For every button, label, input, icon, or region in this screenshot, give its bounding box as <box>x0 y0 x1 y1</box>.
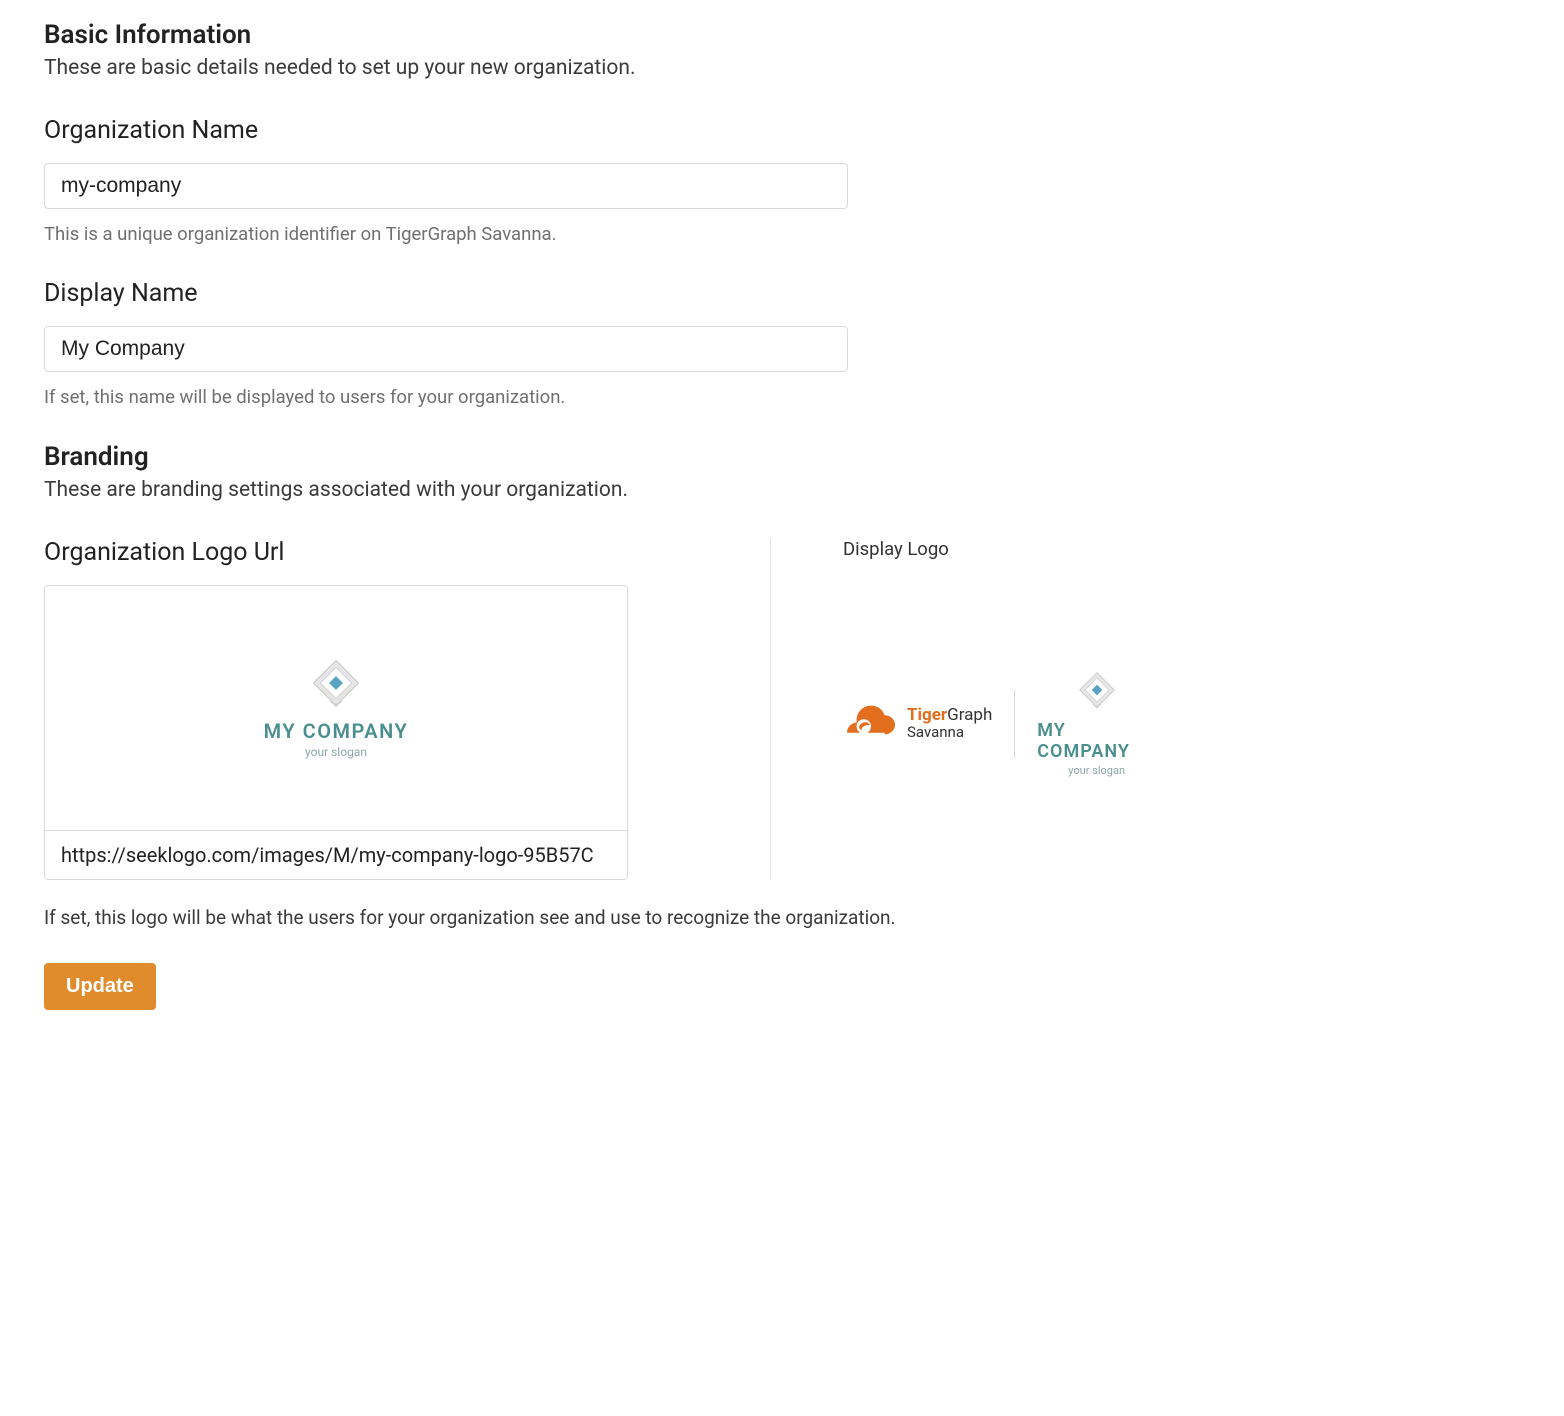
tigergraph-tiger: Tiger <box>907 705 947 725</box>
logo-upload-box: MY COMPANY your slogan <box>44 585 628 880</box>
display-logo-row: TigerGraph Savanna MY COMPANY your sloga… <box>843 670 1156 777</box>
my-company-name: MY COMPANY <box>264 719 409 743</box>
update-button[interactable]: Update <box>44 963 156 1010</box>
diamond-icon <box>310 657 362 709</box>
tigergraph-logo-icon: TigerGraph Savanna <box>843 704 992 744</box>
logo-url-help: If set, this logo will be what the users… <box>44 906 1156 929</box>
my-company-logo-icon: MY COMPANY your slogan <box>264 657 409 759</box>
cloud-icon <box>843 704 899 744</box>
my-company-slogan: your slogan <box>305 745 367 759</box>
org-name-help: This is a unique organization identifier… <box>44 223 1156 245</box>
diamond-icon <box>1077 670 1117 710</box>
display-my-company-slogan: your slogan <box>1068 764 1125 777</box>
display-name-input[interactable] <box>44 326 848 372</box>
tigergraph-savanna: Savanna <box>907 725 992 740</box>
mini-divider <box>1014 690 1015 758</box>
basic-info-desc: These are basic details needed to set up… <box>44 56 1156 80</box>
display-name-help: If set, this name will be displayed to u… <box>44 386 1156 408</box>
org-name-label: Organization Name <box>44 116 1156 145</box>
org-name-input[interactable] <box>44 163 848 209</box>
branding-title: Branding <box>44 442 1156 472</box>
basic-info-title: Basic Information <box>44 20 1156 50</box>
logo-preview: MY COMPANY your slogan <box>45 586 627 830</box>
branding-desc: These are branding settings associated w… <box>44 478 1156 502</box>
display-my-company-logo-icon: MY COMPANY your slogan <box>1037 670 1156 777</box>
logo-url-input[interactable] <box>45 830 627 879</box>
display-my-company-name: MY COMPANY <box>1037 720 1156 762</box>
display-logo-label: Display Logo <box>843 538 1156 560</box>
logo-url-label: Organization Logo Url <box>44 538 700 567</box>
display-name-label: Display Name <box>44 279 1156 308</box>
tigergraph-graph: Graph <box>947 705 992 725</box>
